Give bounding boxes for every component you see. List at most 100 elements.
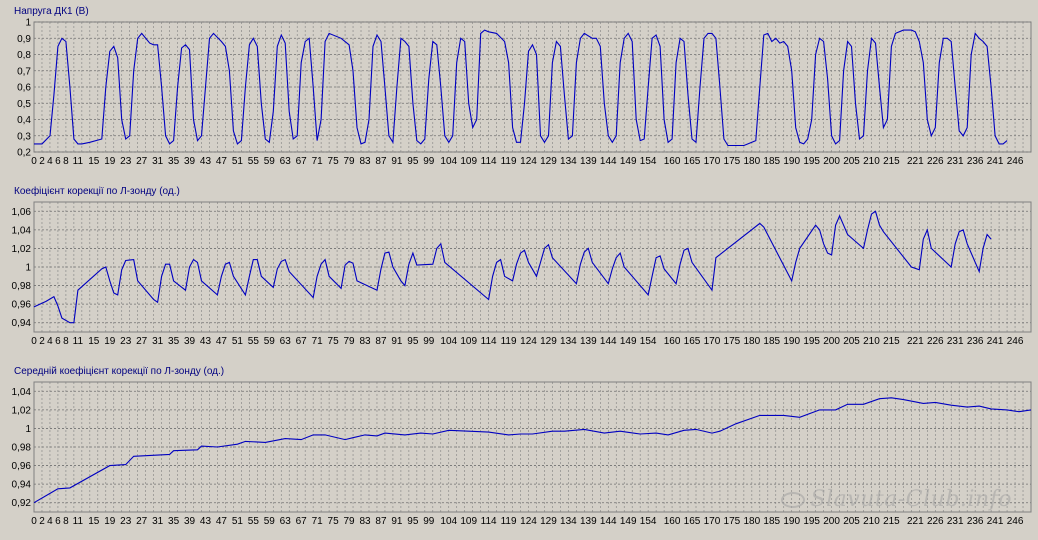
- y-tick-label: 1: [25, 424, 31, 435]
- x-tick-label: 15: [88, 516, 100, 527]
- x-tick-label: 175: [724, 156, 741, 167]
- x-tick-label: 87: [375, 336, 387, 347]
- x-tick-label: 27: [136, 516, 148, 527]
- x-tick-label: 185: [763, 336, 780, 347]
- x-tick-label: 215: [883, 156, 900, 167]
- x-tick-label: 221: [907, 156, 924, 167]
- x-tick-label: 200: [823, 156, 840, 167]
- x-tick-label: 71: [312, 516, 324, 527]
- x-tick-label: 0: [31, 336, 37, 347]
- x-tick-label: 190: [783, 516, 800, 527]
- x-tick-label: 0: [31, 156, 37, 167]
- y-tick-label: 0,3: [17, 131, 31, 142]
- x-tick-label: 79: [343, 516, 355, 527]
- x-tick-label: 139: [580, 156, 597, 167]
- x-tick-label: 75: [328, 516, 340, 527]
- y-tick-label: 0,92: [12, 498, 32, 509]
- x-tick-label: 241: [987, 156, 1004, 167]
- x-tick-label: 226: [927, 516, 944, 527]
- x-tick-label: 119: [501, 516, 517, 527]
- x-tick-label: 180: [743, 516, 760, 527]
- x-tick-label: 35: [168, 336, 180, 347]
- x-tick-label: 87: [375, 516, 387, 527]
- x-tick-label: 23: [120, 336, 132, 347]
- x-tick-label: 47: [216, 336, 228, 347]
- y-tick-label: 1: [25, 263, 31, 274]
- chart-panel-avg-correction: Середній коефіцієнт корекції по Л-зонду …: [0, 360, 1038, 540]
- x-tick-label: 19: [104, 336, 116, 347]
- x-tick-label: 95: [407, 336, 419, 347]
- x-tick-label: 109: [460, 516, 477, 527]
- x-tick-label: 95: [407, 156, 419, 167]
- x-tick-label: 119: [501, 156, 517, 167]
- x-tick-label: 8: [63, 336, 69, 347]
- y-tick-label: 1,02: [12, 244, 32, 255]
- x-tick-label: 246: [1007, 336, 1024, 347]
- x-tick-label: 23: [120, 516, 132, 527]
- y-tick-label: 1,02: [12, 405, 32, 416]
- x-tick-label: 75: [328, 156, 340, 167]
- y-tick-label: 0,2: [17, 148, 31, 159]
- x-tick-label: 43: [200, 336, 212, 347]
- x-tick-label: 104: [440, 516, 457, 527]
- x-tick-label: 215: [883, 516, 900, 527]
- x-tick-label: 51: [232, 516, 244, 527]
- x-tick-label: 47: [216, 156, 228, 167]
- x-tick-label: 221: [907, 336, 924, 347]
- x-tick-label: 31: [152, 156, 164, 167]
- x-tick-label: 2: [39, 336, 45, 347]
- correction-chart: 0,940,960,9811,021,041,060 2 4 6 8 11 15 19 23 27…: [12, 201, 1032, 347]
- x-tick-label: 91: [391, 156, 403, 167]
- x-tick-label: 11: [73, 336, 84, 347]
- x-tick-label: 134: [560, 516, 577, 527]
- x-tick-label: 67: [296, 156, 308, 167]
- x-tick-label: 119: [501, 336, 517, 347]
- chart-panel-voltage: Напруга ДК1 (В) 0,2 0,3 0,4 0,5 0,6 0,7 0,8 0,9…: [0, 0, 1038, 180]
- x-tick-label: 11: [73, 516, 84, 527]
- x-tick-label: 170: [704, 336, 721, 347]
- x-tick-label: 63: [280, 156, 292, 167]
- x-tick-label: 79: [343, 156, 355, 167]
- x-tick-label: 200: [823, 336, 840, 347]
- x-tick-label: 139: [580, 516, 597, 527]
- x-tick-label: 149: [620, 156, 637, 167]
- x-tick-label: 236: [967, 336, 984, 347]
- x-tick-label: 190: [783, 336, 800, 347]
- watermark-text: Slavuta-Club.info: [810, 487, 1012, 512]
- y-tick-label: 0,98: [12, 443, 32, 454]
- x-tick-label: 231: [947, 156, 964, 167]
- x-tick-label: 75: [328, 336, 340, 347]
- x-tick-label: 175: [724, 516, 741, 527]
- x-tick-label: 99: [423, 336, 435, 347]
- x-tick-label: 67: [296, 516, 308, 527]
- y-tick-label: 0,98: [12, 281, 32, 292]
- x-tick-label: 91: [391, 516, 403, 527]
- x-tick-label: 170: [704, 156, 721, 167]
- x-tick-label: 51: [232, 336, 244, 347]
- x-tick-label: 195: [803, 156, 820, 167]
- x-tick-label: 210: [863, 156, 880, 167]
- x-tick-label: 15: [88, 336, 100, 347]
- x-tick-label: 43: [200, 516, 212, 527]
- x-tick-label: 35: [168, 156, 180, 167]
- x-tick-label: 6: [55, 516, 61, 527]
- x-tick-label: 144: [600, 156, 617, 167]
- watermark: Slavuta-Club.info: [780, 487, 1012, 512]
- x-tick-label: 2: [39, 516, 45, 527]
- x-tick-label: 205: [843, 336, 860, 347]
- x-tick-label: 8: [63, 156, 69, 167]
- y-tick-label: 0,4: [17, 115, 31, 126]
- x-tick-label: 47: [216, 516, 228, 527]
- x-tick-label: 129: [540, 516, 557, 527]
- y-tick-label: 1,04: [12, 225, 32, 236]
- x-tick-label: 154: [640, 336, 657, 347]
- x-tick-label: 71: [312, 336, 324, 347]
- x-tick-label: 71: [312, 156, 324, 167]
- x-tick-label: 104: [440, 336, 457, 347]
- x-tick-label: 31: [152, 336, 164, 347]
- x-tick-label: 124: [520, 336, 537, 347]
- x-tick-label: 8: [63, 516, 69, 527]
- x-tick-label: 55: [248, 156, 260, 167]
- x-tick-label: 165: [684, 516, 701, 527]
- x-tick-label: 23: [120, 156, 132, 167]
